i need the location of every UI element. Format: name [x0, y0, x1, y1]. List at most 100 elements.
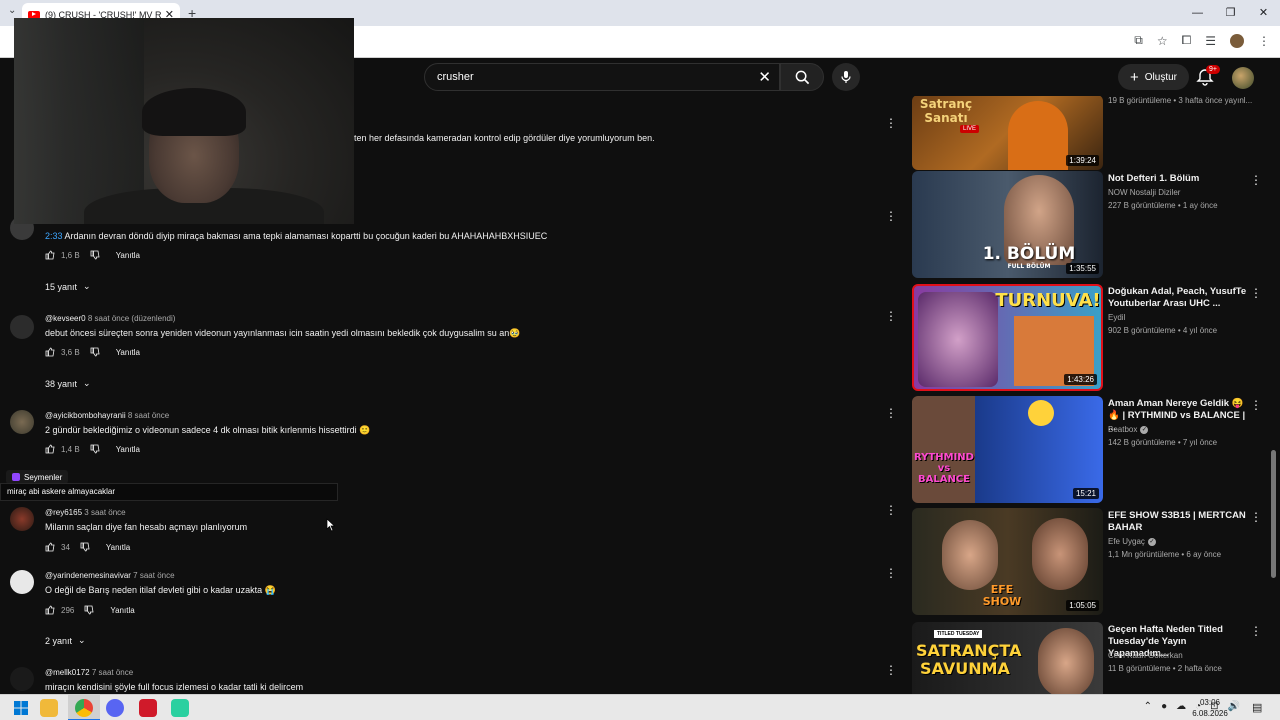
- thumbs-up-icon[interactable]: [45, 542, 55, 552]
- video-thumbnail[interactable]: RYTHMIND vs BALANCE 15:21: [912, 396, 1103, 503]
- thumbs-down-icon[interactable]: [90, 250, 100, 260]
- video-channel-name[interactable]: Efe Uygaç: [1108, 537, 1145, 546]
- comment-action-menu-icon[interactable]: ⋮: [885, 116, 897, 130]
- related-video-item[interactable]: TURNUVA! 1:43:26 Doğukan Adal, Peach, Yu…: [912, 284, 1272, 396]
- monk-figure: [1008, 101, 1068, 170]
- tab-list-icon[interactable]: ⌄: [8, 5, 16, 16]
- comment-action-menu-icon[interactable]: ⋮: [885, 209, 897, 223]
- related-video-item[interactable]: TITLED TUESDAY SATRANÇTA SAVUNMA Geçen H…: [912, 622, 1272, 694]
- video-thumbnail[interactable]: EFE SHOW 1:05:05: [912, 508, 1103, 615]
- thumbs-up-icon[interactable]: [45, 250, 55, 260]
- screen: ⌄ (9) CRUSH - 'CRUSH!' MV REAC ✕ + — ❐ ✕…: [0, 0, 1280, 720]
- app-icon-red[interactable]: [139, 699, 157, 717]
- view-replies-button[interactable]: 2 yanıt ⌄: [45, 635, 86, 646]
- account-avatar[interactable]: [1232, 67, 1254, 89]
- video-thumbnail[interactable]: 1. BÖLÜM FULL BÖLÜM 1:35:55: [912, 171, 1103, 278]
- notification-center-icon[interactable]: ▤: [1252, 701, 1262, 714]
- thumbs-up-icon[interactable]: [45, 605, 55, 615]
- thumbs-down-icon[interactable]: [90, 444, 100, 454]
- comment-actions: 1,6 B Yanıtla: [45, 250, 140, 260]
- video-action-menu-icon[interactable]: ⋮: [1250, 624, 1262, 638]
- notification-badge: 9+: [1206, 65, 1220, 74]
- page-scrollbar[interactable]: [1271, 450, 1276, 578]
- commenter-avatar[interactable]: [10, 410, 34, 434]
- thumbs-down-icon[interactable]: [80, 542, 90, 552]
- video-channel[interactable]: Efe Uygaç ✓: [1108, 537, 1156, 546]
- video-channel[interactable]: Eydil: [1108, 313, 1125, 322]
- video-channel[interactable]: NOW Nostalji Diziler: [1108, 188, 1180, 197]
- reply-button[interactable]: Yanıtla: [116, 348, 140, 357]
- commenter-avatar[interactable]: [10, 315, 34, 339]
- voice-search-button[interactable]: [832, 63, 860, 91]
- reply-button[interactable]: Yanıtla: [106, 543, 130, 552]
- reading-list-icon[interactable]: ☰: [1205, 34, 1216, 48]
- commenter-avatar[interactable]: [10, 667, 34, 691]
- comment-author[interactable]: @kevseer0: [45, 314, 86, 323]
- thumbs-down-icon[interactable]: [90, 347, 100, 357]
- file-explorer-icon[interactable]: [40, 699, 58, 717]
- video-stats: 19 B görüntüleme • 3 hafta önce yayınl..…: [1108, 96, 1253, 105]
- reply-button[interactable]: Yanıtla: [116, 251, 140, 260]
- verified-check-icon: ✓: [1140, 425, 1149, 434]
- app-icon-green[interactable]: [171, 699, 189, 717]
- comment-action-menu-icon[interactable]: ⋮: [885, 406, 897, 420]
- video-title[interactable]: EFE SHOW S3B15 | MERTCAN BAHAR: [1108, 510, 1248, 534]
- thumbs-up-icon[interactable]: [45, 347, 55, 357]
- video-title[interactable]: Not Defteri 1. Bölüm: [1108, 173, 1248, 185]
- close-window-icon[interactable]: ✕: [1247, 0, 1280, 26]
- reply-button[interactable]: Yanıtla: [116, 445, 140, 454]
- comment-body: Ardanın devran döndü diyip miraça bakmas…: [62, 231, 548, 241]
- comment-time: 8 saat önce (düzenlendi): [87, 314, 176, 323]
- tray-chevron-up-icon[interactable]: ⌃: [1144, 701, 1152, 712]
- discord-icon[interactable]: [106, 699, 124, 717]
- video-thumbnail[interactable]: TURNUVA! 1:43:26: [912, 284, 1103, 391]
- comment-time: 7 saat önce: [91, 668, 134, 677]
- thumbs-up-icon[interactable]: [45, 444, 55, 454]
- comment-author[interactable]: @yarindenemesinavivar: [45, 571, 131, 580]
- video-action-menu-icon[interactable]: ⋮: [1250, 286, 1262, 300]
- streamer-webcam-overlay: [14, 18, 354, 224]
- search-button[interactable]: [780, 63, 824, 91]
- chrome-icon[interactable]: [75, 699, 93, 717]
- restore-icon[interactable]: ❐: [1214, 0, 1247, 26]
- microphone-tray-icon[interactable]: ●: [1161, 701, 1167, 712]
- create-button[interactable]: + Oluştur: [1118, 64, 1189, 90]
- video-action-menu-icon[interactable]: ⋮: [1250, 173, 1262, 187]
- video-thumbnail[interactable]: TITLED TUESDAY SATRANÇTA SAVUNMA: [912, 622, 1103, 694]
- comment-action-menu-icon[interactable]: ⋮: [885, 663, 897, 677]
- related-video-item[interactable]: RYTHMIND vs BALANCE 15:21 Aman Aman Nere…: [912, 396, 1272, 508]
- comment-action-menu-icon[interactable]: ⋮: [885, 309, 897, 323]
- comment-meta: @ayicikbombohayranii 8 saat önce: [45, 411, 169, 420]
- video-channel[interactable]: Beatbox ✓: [1108, 425, 1149, 434]
- clear-search-icon[interactable]: ✕: [758, 68, 771, 86]
- taskbar-clock[interactable]: 03:06 6.08.2026: [1180, 697, 1240, 719]
- comment-author[interactable]: @mellk0172: [45, 668, 90, 677]
- cast-icon[interactable]: ⧉: [1134, 33, 1143, 48]
- video-title[interactable]: Doğukan Adal, Peach, YusufTe Youtuberlar…: [1108, 286, 1248, 310]
- comment-action-menu-icon[interactable]: ⋮: [885, 503, 897, 517]
- video-thumbnail[interactable]: Satranç Sanatı LIVE 1:39:24: [912, 96, 1103, 170]
- comment-author[interactable]: @rey6165: [45, 508, 82, 517]
- minimize-icon[interactable]: —: [1181, 0, 1214, 26]
- view-replies-button[interactable]: 15 yanıt ⌄: [45, 281, 91, 292]
- profile-avatar[interactable]: [1230, 33, 1244, 48]
- video-channel-name[interactable]: Beatbox: [1108, 425, 1137, 434]
- thumbs-down-icon[interactable]: [84, 605, 94, 615]
- extensions-icon[interactable]: ⧠: [1182, 33, 1192, 48]
- related-video-item[interactable]: EFE SHOW 1:05:05 EFE SHOW S3B15 | MERTCA…: [912, 508, 1272, 620]
- commenter-avatar[interactable]: [10, 507, 34, 531]
- search-input[interactable]: crusher ✕: [424, 63, 780, 91]
- comment-author[interactable]: @ayicikbombohayranii: [45, 411, 126, 420]
- windows-start-icon[interactable]: [12, 699, 30, 717]
- video-action-menu-icon[interactable]: ⋮: [1250, 510, 1262, 524]
- bookmark-star-icon[interactable]: ☆: [1157, 34, 1168, 48]
- view-replies-button[interactable]: 38 yanıt ⌄: [45, 378, 91, 389]
- video-channel[interactable]: Cem Kaan Gökerkan: [1108, 651, 1183, 660]
- related-video-item[interactable]: 1. BÖLÜM FULL BÖLÜM 1:35:55 Not Defteri …: [912, 171, 1272, 283]
- comment-timestamp-link[interactable]: 2:33: [45, 231, 63, 241]
- video-action-menu-icon[interactable]: ⋮: [1250, 398, 1262, 412]
- browser-menu-icon[interactable]: ⋮: [1258, 34, 1270, 48]
- reply-button[interactable]: Yanıtla: [110, 606, 134, 615]
- commenter-avatar[interactable]: [10, 570, 34, 594]
- comment-action-menu-icon[interactable]: ⋮: [885, 566, 897, 580]
